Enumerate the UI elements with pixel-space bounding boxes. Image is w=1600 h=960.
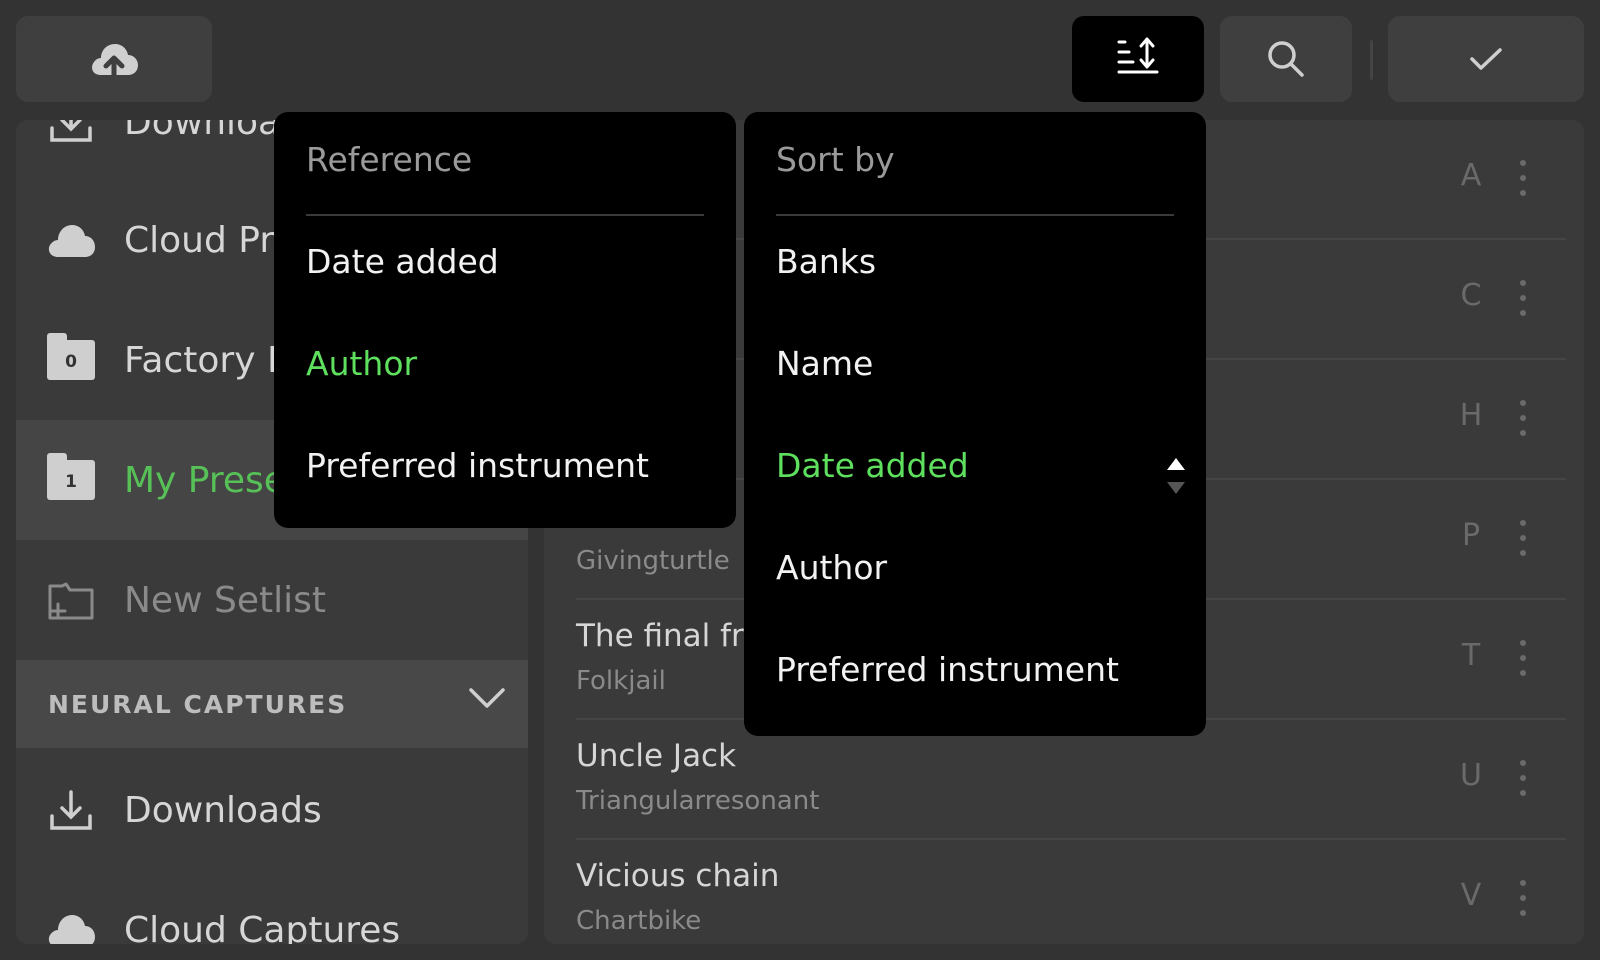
preset-row[interactable]: Vicious chain Chartbike V	[576, 840, 1566, 944]
sidebar-item-label: Cloud Captures	[124, 909, 401, 945]
more-icon[interactable]	[1520, 280, 1528, 320]
sort-menu: Sort by Banks Name Date added Author Pre…	[744, 112, 1206, 736]
sort-option-date-added[interactable]: Date added	[776, 446, 969, 485]
sort-icon	[1115, 36, 1161, 82]
reference-menu: Reference Date added Author Preferred in…	[274, 112, 736, 528]
sidebar-item-new-setlist[interactable]: New Setlist	[16, 540, 528, 660]
reference-option-author[interactable]: Author	[306, 344, 417, 383]
reference-option-date-added[interactable]: Date added	[306, 242, 499, 281]
index-letter: P	[1461, 518, 1481, 553]
index-letter: C	[1460, 278, 1482, 313]
confirm-button[interactable]	[1388, 16, 1584, 102]
preset-title: Uncle Jack	[576, 738, 737, 774]
section-header-label: NEURAL CAPTURES	[48, 689, 348, 719]
more-icon[interactable]	[1520, 760, 1528, 800]
sidebar-item-cloud-captures[interactable]: Cloud Captures	[16, 870, 528, 944]
sort-option-name[interactable]: Name	[776, 344, 873, 383]
index-letter: T	[1461, 638, 1481, 673]
preset-row[interactable]: Uncle Jack Triangularresonant U	[576, 720, 1566, 840]
more-icon[interactable]	[1520, 880, 1528, 920]
more-icon[interactable]	[1520, 400, 1528, 440]
search-icon	[1266, 39, 1306, 79]
cloud-icon	[46, 215, 96, 265]
new-folder-icon	[46, 575, 96, 625]
reference-option-preferred-instrument[interactable]: Preferred instrument	[306, 446, 649, 485]
cloud-upload-icon	[88, 39, 140, 79]
more-icon[interactable]	[1520, 520, 1528, 560]
toolbar-divider	[1370, 40, 1373, 80]
index-letter: H	[1459, 398, 1483, 433]
more-icon[interactable]	[1520, 640, 1528, 680]
preset-author: Chartbike	[576, 906, 702, 936]
sort-button[interactable]	[1072, 16, 1204, 102]
chevron-down-icon	[468, 686, 506, 714]
preset-author: Triangularresonant	[576, 786, 820, 816]
reference-menu-heading: Reference	[306, 140, 473, 179]
preset-title: Vicious chain	[576, 858, 780, 894]
folder-badge: 1	[47, 453, 95, 500]
index-letter: A	[1460, 158, 1482, 193]
folder-icon: 0	[46, 333, 96, 385]
sort-option-author[interactable]: Author	[776, 548, 887, 587]
download-icon	[46, 120, 96, 147]
folder-icon: 1	[46, 453, 96, 505]
section-header-neural-captures[interactable]: NEURAL CAPTURES	[16, 660, 528, 748]
search-button[interactable]	[1220, 16, 1352, 102]
index-letter: V	[1460, 878, 1482, 913]
more-icon[interactable]	[1520, 160, 1528, 200]
download-icon	[46, 785, 96, 835]
folder-badge: 0	[47, 333, 95, 380]
sidebar-item-label: New Setlist	[124, 579, 326, 621]
preset-author: Folkjail	[576, 666, 666, 696]
sidebar-item-label: Downloads	[124, 789, 322, 831]
index-letter: U	[1460, 758, 1482, 793]
upload-button[interactable]	[16, 16, 212, 102]
preset-author: Givingturtle	[576, 546, 730, 576]
check-icon	[1468, 45, 1504, 73]
menu-divider	[306, 214, 704, 216]
sort-direction-icon[interactable]	[1164, 452, 1188, 500]
sort-option-preferred-instrument[interactable]: Preferred instrument	[776, 650, 1119, 689]
sidebar-item-capture-downloads[interactable]: Downloads	[16, 750, 528, 870]
menu-divider	[776, 214, 1174, 216]
sort-menu-heading: Sort by	[776, 140, 895, 179]
cloud-icon	[46, 905, 96, 944]
sort-option-banks[interactable]: Banks	[776, 242, 876, 281]
